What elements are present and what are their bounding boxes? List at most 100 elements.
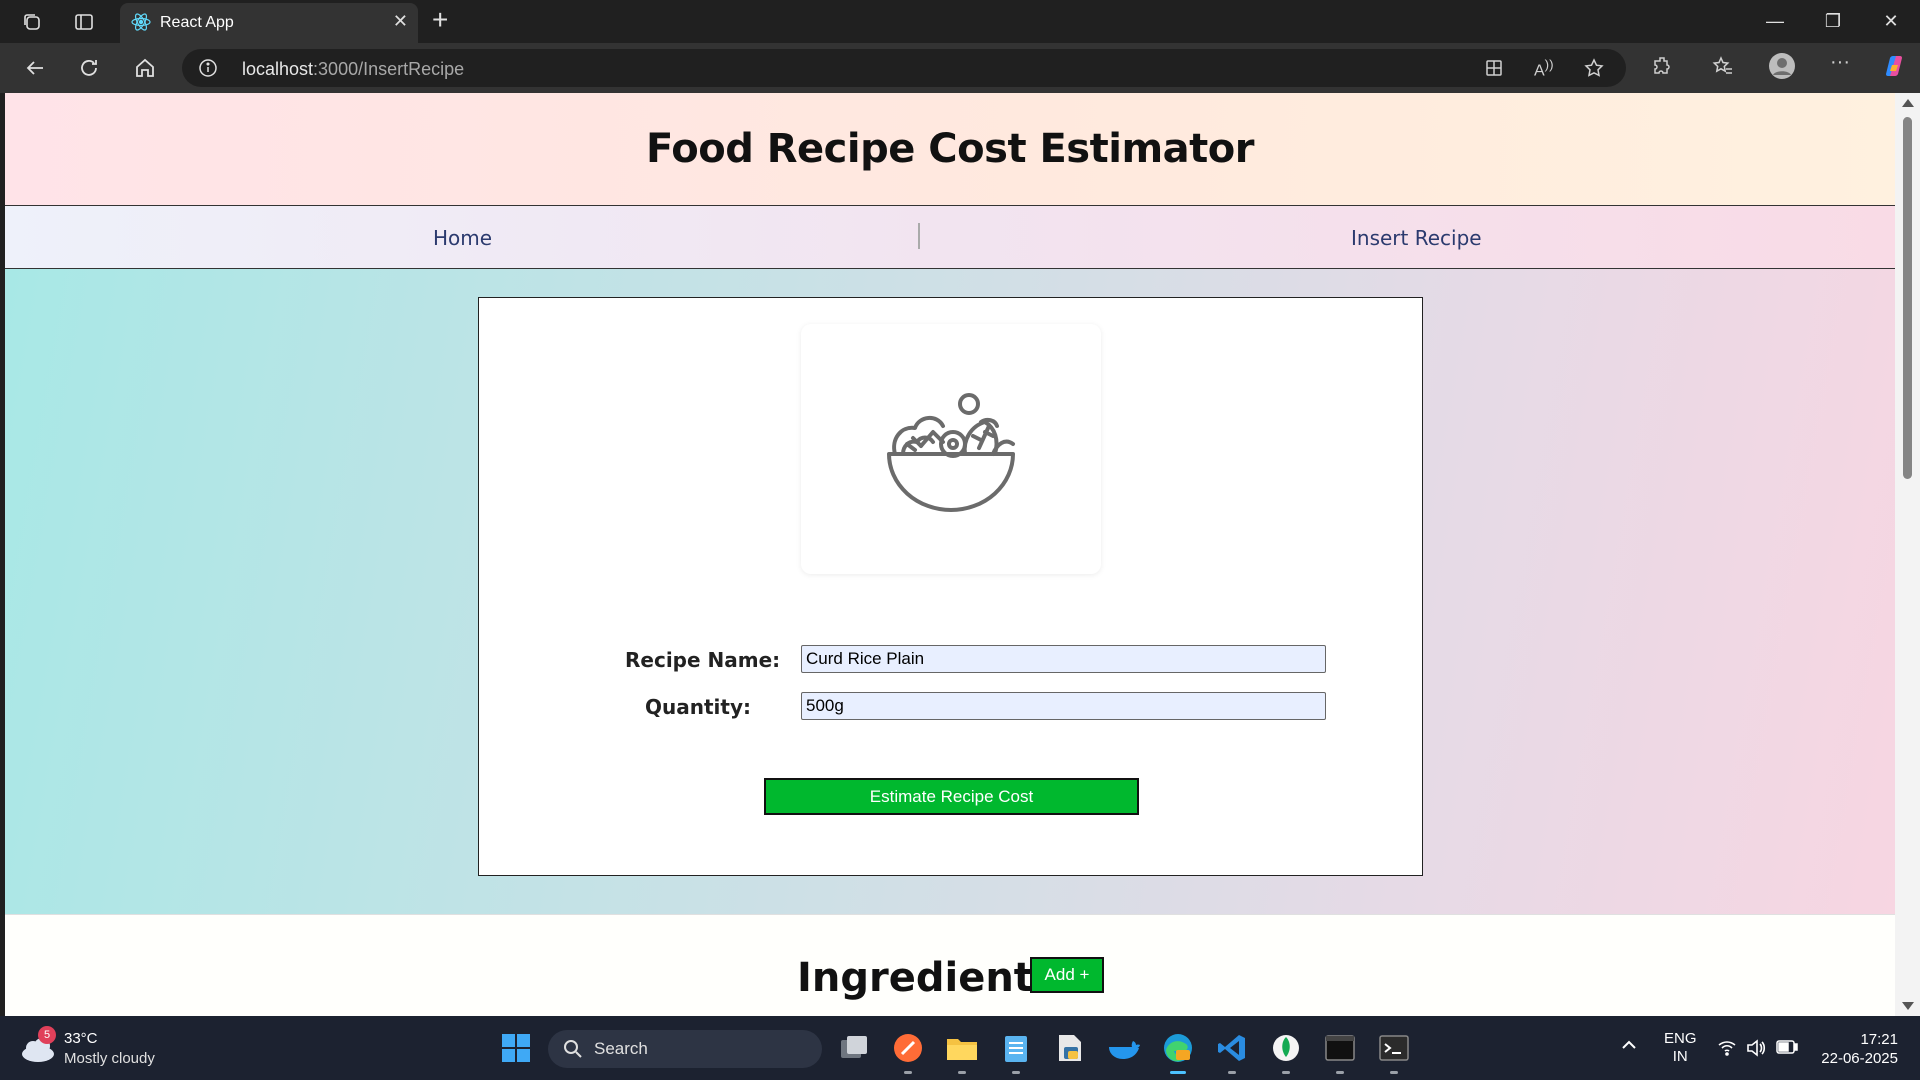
taskbar-app-notepad[interactable] [998,1030,1034,1074]
active-indicator [1170,1071,1186,1074]
more-options-icon[interactable]: ··· [1830,51,1850,74]
window-controls: — ❐ ✕ [1746,0,1920,43]
page-title: Food Recipe Cost Estimator [646,126,1254,172]
nav-link-home[interactable]: Home [433,226,492,250]
browser-toolbar: localhost:3000/InsertRecipe A)) ··· [0,43,1920,93]
mongodb-leaf-icon [1273,1035,1299,1061]
page-viewport: Food Recipe Cost Estimator Home Insert R… [5,93,1895,1016]
recipe-name-label: Recipe Name: [625,648,781,672]
postman-icon [894,1034,922,1062]
taskbar-search[interactable]: Search [548,1030,822,1068]
windows-taskbar: 5 33°C Mostly cloudy Search ENG IN 17:21… [0,1016,1920,1080]
copilot-icon[interactable] [1880,52,1908,85]
weather-temperature: 33°C [64,1030,98,1047]
search-label: Search [594,1039,648,1058]
quantity-input[interactable] [801,692,1326,720]
running-indicator [1012,1071,1020,1074]
recipe-image-box[interactable] [801,324,1101,574]
chevron-up-icon [1622,1040,1636,1049]
taskbar-app-docker[interactable] [1106,1030,1142,1066]
read-aloud-icon[interactable]: A)) [1534,57,1554,80]
task-view-icon [841,1036,867,1058]
site-info-icon[interactable] [198,58,218,83]
docker-icon [1109,1041,1140,1059]
scrollbar-thumb[interactable] [1903,117,1912,479]
address-bar[interactable]: localhost:3000/InsertRecipe A)) [182,49,1626,87]
salad-bowl-icon [887,393,1015,512]
language-code: ENG [1664,1030,1697,1047]
close-window-icon[interactable]: ✕ [1862,0,1920,43]
nav-separator [918,223,920,249]
taskbar-app-edge[interactable] [1160,1030,1196,1074]
reload-icon[interactable] [74,53,104,83]
new-tab-icon[interactable]: + [432,6,448,34]
show-hidden-icons[interactable] [1620,1038,1638,1056]
restore-icon[interactable]: ❐ [1804,0,1862,43]
browser-tab-bar: React App ✕ + — ❐ ✕ [0,0,1920,43]
home-icon[interactable] [130,53,160,83]
taskbar-app-command-prompt[interactable] [1376,1030,1412,1074]
battery-icon[interactable] [1776,1040,1798,1058]
recipe-name-input[interactable] [801,645,1326,673]
running-indicator [1336,1071,1344,1074]
ingredients-heading: Ingredients [797,955,1057,1001]
scroll-down-icon[interactable] [1902,1002,1914,1010]
language-indicator[interactable]: ENG IN [1664,1030,1697,1066]
main-content: Recipe Name: Quantity: Estimate Recipe C… [5,269,1895,915]
minimize-icon[interactable]: — [1746,0,1804,43]
add-ingredient-button[interactable]: Add + [1030,957,1104,993]
wifi-icon[interactable] [1718,1040,1736,1060]
running-indicator [1282,1071,1290,1074]
tab-title: React App [160,14,234,31]
edge-browser-icon [1164,1034,1192,1062]
python-file-icon [1059,1035,1081,1061]
favorite-star-icon[interactable] [1584,58,1604,83]
nav-bar: Home Insert Recipe [5,206,1895,269]
search-icon [564,1040,582,1058]
workspaces-icon[interactable] [18,8,46,36]
page-scrollbar[interactable] [1895,93,1920,1016]
weather-alert-badge: 5 [38,1026,56,1044]
notepad-icon [1005,1036,1027,1062]
nav-link-insert-recipe[interactable]: Insert Recipe [1351,226,1482,250]
running-indicator [1390,1071,1398,1074]
windows-logo-icon [502,1034,530,1062]
taskbar-app-file-explorer[interactable] [944,1030,980,1074]
taskbar-app-terminal[interactable] [1322,1030,1358,1074]
clock-time: 17:21 [1860,1031,1898,1048]
quantity-label: Quantity: [645,695,751,719]
folder-icon [947,1039,977,1060]
weather-description: Mostly cloudy [64,1050,155,1067]
volume-icon[interactable] [1746,1039,1766,1061]
extensions-icon[interactable] [1652,55,1674,82]
clock[interactable]: 17:21 22-06-2025 [1818,1030,1898,1068]
browser-tab[interactable]: React App ✕ [120,3,418,43]
clock-date: 22-06-2025 [1821,1050,1898,1067]
running-indicator [958,1071,966,1074]
command-prompt-icon [1379,1035,1409,1061]
ingredients-section: Ingredients Add + [5,915,1895,1016]
taskbar-app-mongodb-compass[interactable] [1268,1030,1304,1074]
running-indicator [904,1071,912,1074]
app-header: Food Recipe Cost Estimator [5,93,1895,206]
estimate-recipe-cost-button[interactable]: Estimate Recipe Cost [764,778,1139,815]
region-code: IN [1672,1048,1688,1065]
terminal-icon [1325,1035,1355,1061]
app-available-icon[interactable] [1484,58,1504,83]
taskbar-app-postman[interactable] [890,1030,926,1074]
tab-actions-icon[interactable] [70,8,98,36]
taskbar-app-python-editor[interactable] [1052,1030,1088,1066]
taskbar-app-vscode[interactable] [1214,1030,1250,1074]
favorites-icon[interactable] [1712,55,1734,82]
running-indicator [1228,1071,1236,1074]
profile-avatar[interactable] [1768,52,1796,85]
start-button[interactable] [498,1030,534,1066]
scroll-up-icon[interactable] [1902,99,1914,107]
vscode-icon [1218,1035,1245,1061]
url-text: localhost:3000/InsertRecipe [242,59,465,79]
react-logo-icon [130,11,152,38]
recipe-form-card: Recipe Name: Quantity: Estimate Recipe C… [478,297,1423,876]
close-tab-icon[interactable]: ✕ [393,11,408,32]
back-icon[interactable] [20,53,50,83]
task-view-button[interactable] [836,1030,872,1066]
